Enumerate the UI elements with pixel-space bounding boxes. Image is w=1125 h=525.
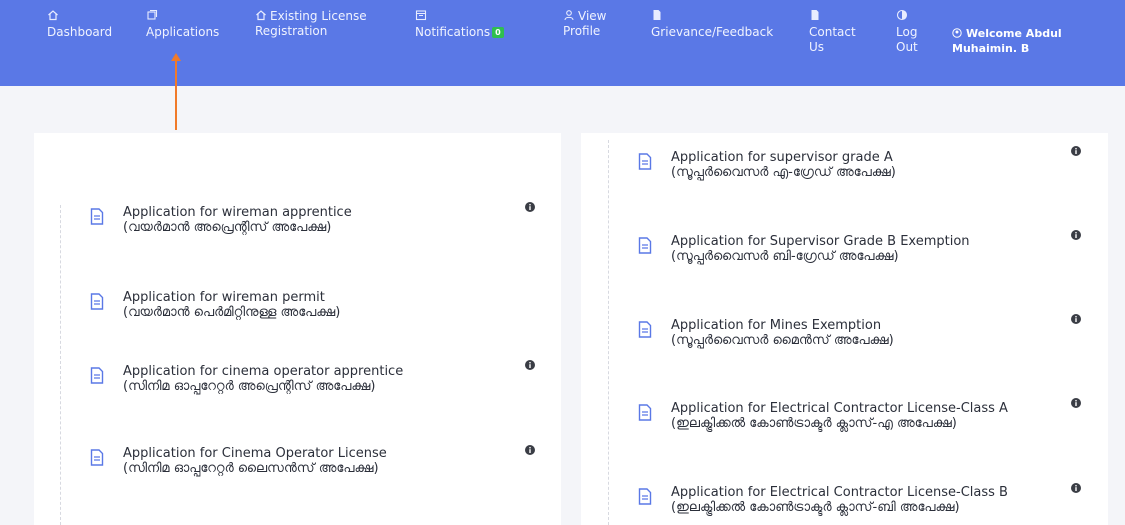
left-timeline-line <box>60 205 61 525</box>
document-icon <box>90 367 104 384</box>
nav-contact-label-1: Contact <box>809 25 856 39</box>
info-icon[interactable] <box>525 202 535 212</box>
nav-view-profile[interactable]: View Profile <box>563 9 606 39</box>
nav-logout-label-2: Out <box>896 40 918 54</box>
application-title: Application for Electrical Contractor Li… <box>671 485 1008 500</box>
application-subtitle: (ഇലക്ട്രിക്കൽ കോൺട്രാക്ടർ ക്ലാസ്-എ അപേക്… <box>671 416 957 431</box>
application-title: Application for wireman apprentice <box>123 205 352 220</box>
nav-logout[interactable]: Log Out <box>896 9 918 55</box>
application-title: Application for supervisor grade A <box>671 150 893 165</box>
copy-icon <box>146 9 158 21</box>
nav-applications-label: Applications <box>146 25 220 39</box>
application-subtitle: (വയർമാൻ പെർമിറ്റിനുള്ള അപേക്ഷ) <box>123 305 341 320</box>
nav-contact-label-2: Us <box>809 40 825 54</box>
annotation-arrow <box>171 53 181 130</box>
document-icon <box>809 9 821 21</box>
info-icon[interactable] <box>1071 146 1081 156</box>
application-subtitle: (സിനിമ ഓപ്പറേറ്റർ അപ്രെന്റിസ് അപേക്ഷ) <box>123 379 376 394</box>
power-icon <box>896 9 908 21</box>
welcome-user[interactable]: Welcome Abdul Muhaimin. B <box>952 26 1062 56</box>
application-title: Application for cinema operator apprenti… <box>123 364 404 379</box>
nav-logout-label-1: Log <box>896 25 918 39</box>
nav-applications[interactable]: Applications <box>146 9 219 40</box>
document-icon <box>638 488 652 505</box>
application-subtitle: (സൂപ്പർവൈസർ എ-ഗ്രേഡ് അപേക്ഷ) <box>671 165 896 180</box>
application-title: Application for Cinema Operator License <box>123 446 387 461</box>
application-title: Application for Electrical Contractor Li… <box>671 401 1008 416</box>
application-subtitle: (സിനിമ ഓപ്പറേറ്റർ ലൈസൻസ് അപേക്ഷ) <box>123 461 379 476</box>
info-icon[interactable] <box>1071 314 1081 324</box>
right-timeline-line <box>608 140 609 525</box>
document-icon <box>638 404 652 421</box>
nav-grievance-label: Grievance/Feedback <box>651 25 774 39</box>
application-subtitle: (സൂപ്പർവൈസർ ബി-ഗ്രേഡ് അപേക്ഷ) <box>671 249 899 264</box>
info-icon[interactable] <box>1071 230 1081 240</box>
calendar-icon <box>415 9 427 21</box>
notification-count-badge: 0 <box>492 27 504 38</box>
home-icon <box>47 9 59 21</box>
nav-notifications-label: Notifications <box>415 25 491 39</box>
nav-notifications[interactable]: Notifications 0 <box>415 9 504 40</box>
application-title: Application for Mines Exemption <box>671 318 882 333</box>
user-circle-icon <box>952 28 962 38</box>
application-subtitle: (വയർമാൻ അപ്രെന്റിസ് അപേക്ഷ) <box>123 220 332 235</box>
user-icon <box>563 9 575 21</box>
nav-existing-license-label-2: Registration <box>255 24 328 38</box>
nav-existing-license[interactable]: Existing License Registration <box>255 9 367 39</box>
nav-dashboard-label: Dashboard <box>47 25 113 39</box>
home-icon <box>255 9 267 21</box>
nav-grievance[interactable]: Grievance/Feedback <box>651 9 773 40</box>
welcome-text-2: Muhaimin. B <box>952 42 1030 55</box>
info-icon[interactable] <box>525 445 535 455</box>
document-icon <box>651 9 663 21</box>
application-subtitle: (ഇലക്ട്രിക്കൽ കോൺട്രാക്ടർ ക്ലാസ്-ബി അപേക… <box>671 500 960 515</box>
application-title: Application for wireman permit <box>123 290 325 305</box>
info-icon[interactable] <box>1071 483 1081 493</box>
nav-contact[interactable]: Contact Us <box>809 9 856 55</box>
application-title: Application for Supervisor Grade B Exemp… <box>671 234 970 249</box>
info-icon[interactable] <box>1071 398 1081 408</box>
nav-view-profile-label-1: View <box>578 9 607 23</box>
nav-existing-license-label-1: Existing License <box>270 9 367 23</box>
document-icon <box>638 321 652 338</box>
document-icon <box>638 237 652 254</box>
welcome-text-1: Welcome Abdul <box>966 27 1062 40</box>
document-icon <box>90 293 104 310</box>
document-icon <box>90 208 104 225</box>
document-icon <box>638 153 652 170</box>
info-icon[interactable] <box>525 360 535 370</box>
nav-dashboard[interactable]: Dashboard <box>47 9 112 40</box>
document-icon <box>90 449 104 466</box>
nav-view-profile-label-2: Profile <box>563 24 601 38</box>
application-subtitle: (സൂപ്പർവൈസർ മൈൻസ് അപേക്ഷ) <box>671 333 894 348</box>
